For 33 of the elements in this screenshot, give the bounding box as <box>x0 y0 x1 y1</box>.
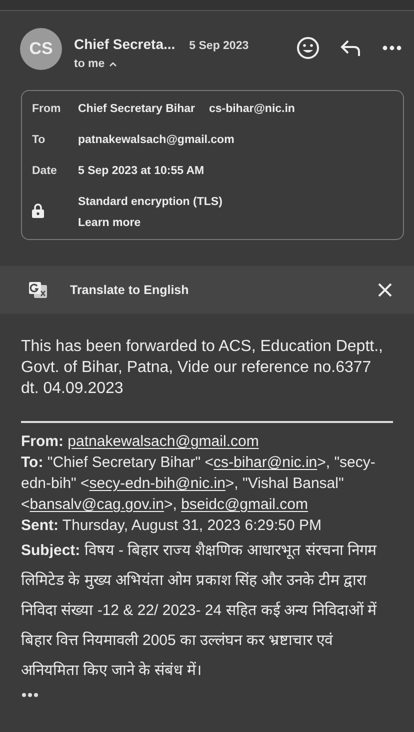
email-link[interactable]: patnakewalsach@gmail.com <box>68 433 259 450</box>
detail-label: Date <box>32 165 58 177</box>
close-button[interactable] <box>378 283 392 297</box>
sender-name: Chief Secreta... <box>74 36 176 52</box>
lock-icon <box>32 202 44 218</box>
learn-more-link[interactable]: Learn more <box>78 217 222 229</box>
detail-value: patnakewalsach@gmail.com <box>78 134 234 146</box>
forwarded-header-line: From: patnakewalsach@gmail.com <box>21 432 260 452</box>
detail-value: Chief Secretary Bihar <box>78 103 195 115</box>
more-options-button[interactable] <box>382 45 402 51</box>
translate-icon <box>28 281 48 299</box>
detail-value: 5 Sep 2023 at 10:55 AM <box>78 165 204 177</box>
emoji-reaction-button[interactable] <box>296 36 320 60</box>
caret-icon <box>108 61 117 67</box>
message-text: Govt. of Bihar, Patna, Vide our reference no.6377 dt. 04.09.2023 <box>21 358 372 399</box>
email-link[interactable]: cs-bihar@nic.in <box>214 454 318 471</box>
encryption-label: Standard encryption (TLS) <box>78 196 222 208</box>
forwarded-header-line: Subject: विषय - बिहार राज्य शैक्षणिक आधारभूत संरचना निगम लिमिटेड के मुख्य अभियंता ओम प्रकाश सिंह और उनके टीम द्वारा निविदा संख्या -12 & 22/ 2023- 24 सहित कई अन्य निविदाओं में बिहार वित्त नियमावली 2005 का उल्लंघन कर भ्रष्टाचार एवं अनियमिता किए जाने के संबंध में। <box>21 540 378 681</box>
email-link[interactable]: bansalv@cag.gov.in <box>30 496 164 513</box>
message-text: This has been forwarded to ACS, Education Deptt., <box>21 337 384 357</box>
email-date: 5 Sep 2023 <box>189 40 249 52</box>
email-link[interactable]: secy-edn-bih@nic.in <box>89 475 226 492</box>
reply-button[interactable] <box>340 39 362 57</box>
forwarded-header-line: To: "Chief Secretary Bihar" <cs-bihar@nic.in>, "secy-edn-bih" <secy-edn-bih@nic.in>, "Vishal Bansal" <bansalv@cag.gov.in>, bseidc@gmail.com <box>21 453 376 515</box>
detail-label: From <box>32 103 62 115</box>
trimmed-content-icon[interactable] <box>21 692 39 698</box>
email-link[interactable]: bseidc@gmail.com <box>181 496 308 513</box>
recipient-toggle[interactable]: to me <box>74 58 284 70</box>
sender-email: cs-bihar@nic.in <box>208 103 295 115</box>
translate-label[interactable]: Translate to English <box>70 283 356 297</box>
detail-label: To <box>32 134 46 146</box>
forwarded-header-line: Sent: Thursday, August 31, 2023 6:29:50 PM <box>21 516 322 536</box>
avatar: CS <box>20 28 62 70</box>
